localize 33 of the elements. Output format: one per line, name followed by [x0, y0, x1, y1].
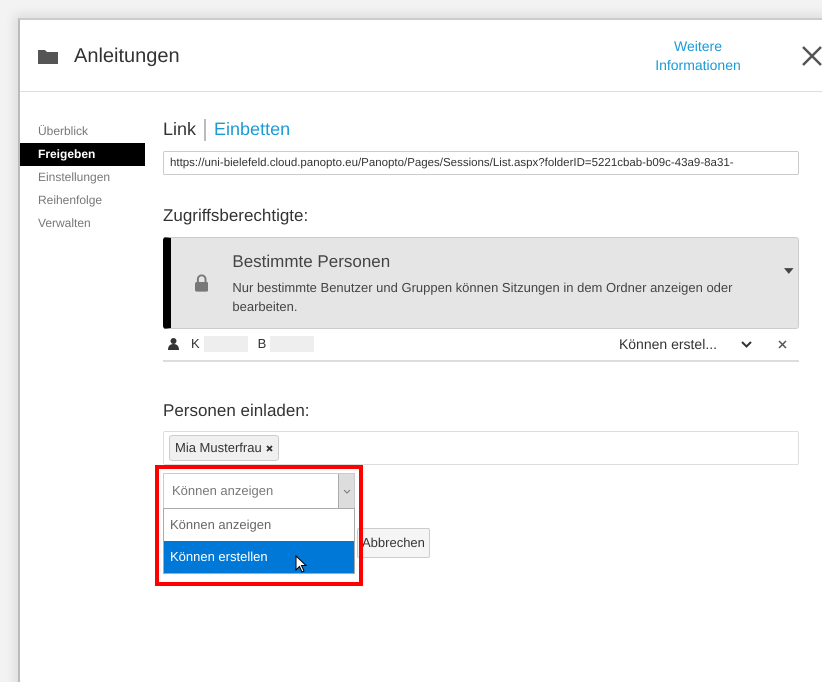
sidebar-item[interactable]: Verwalten [20, 212, 145, 235]
sidebar-item[interactable]: Überblick [20, 120, 145, 143]
lock-icon [195, 274, 208, 292]
sidebar-item[interactable]: Reihenfolge [20, 189, 145, 212]
close-icon[interactable] [801, 44, 822, 66]
share-tab[interactable]: Link [163, 116, 196, 143]
share-tab[interactable]: Einbetten [214, 116, 290, 143]
tag-label: Mia Musterfrau [175, 439, 262, 458]
link-url-field[interactable]: https://uni-bielefeld.cloud.panopto.eu/Panopto/Pages/Sessions/List.aspx?folderID=5221cbab-b09c-43a9-8a31- [163, 151, 799, 175]
remove-icon[interactable] [778, 340, 787, 348]
cancel-button[interactable]: Abbrechen [357, 528, 430, 558]
chevron-down-icon [342, 488, 350, 494]
member-name-part: B [258, 335, 266, 354]
dialog-title: Anleitungen [74, 44, 180, 68]
select-value: Können anzeigen [171, 482, 274, 500]
dropdown-option[interactable]: Können erstellen [164, 541, 354, 573]
person-icon [168, 338, 179, 350]
sidebar-item[interactable]: Freigeben [20, 143, 145, 166]
access-option-description: Nur bestimmte Benutzer und Gruppen können Sitzungen in dem Ordner anzeigen oder bearbeiten. [232, 279, 734, 316]
access-option-title: Bestimmte Personen [232, 250, 392, 273]
access-option-panel[interactable]: Bestimmte Personen Nur bestimmte Benutzer und Gruppen können Sitzungen in dem Ordner anzeigen oder bearbeiten. [163, 236, 799, 328]
invite-people-field[interactable]: Mia Musterfrau [163, 431, 799, 465]
chevron-down-icon[interactable] [741, 340, 752, 348]
member-name-part: K [191, 335, 200, 354]
dropdown-option[interactable]: Können anzeigen [164, 509, 354, 541]
section-heading: Personen einladen: [163, 400, 311, 422]
sidebar-item[interactable]: Einstellungen [20, 166, 145, 189]
section-heading: Zugriffsberechtigte: [163, 205, 310, 227]
member-role-dropdown[interactable]: Können erstel... [618, 334, 717, 354]
folder-icon [38, 48, 58, 64]
remove-icon[interactable] [266, 444, 273, 452]
dropdown-caret-icon[interactable] [784, 268, 794, 274]
more-info-link[interactable]: Weitere Informationen [643, 36, 753, 74]
